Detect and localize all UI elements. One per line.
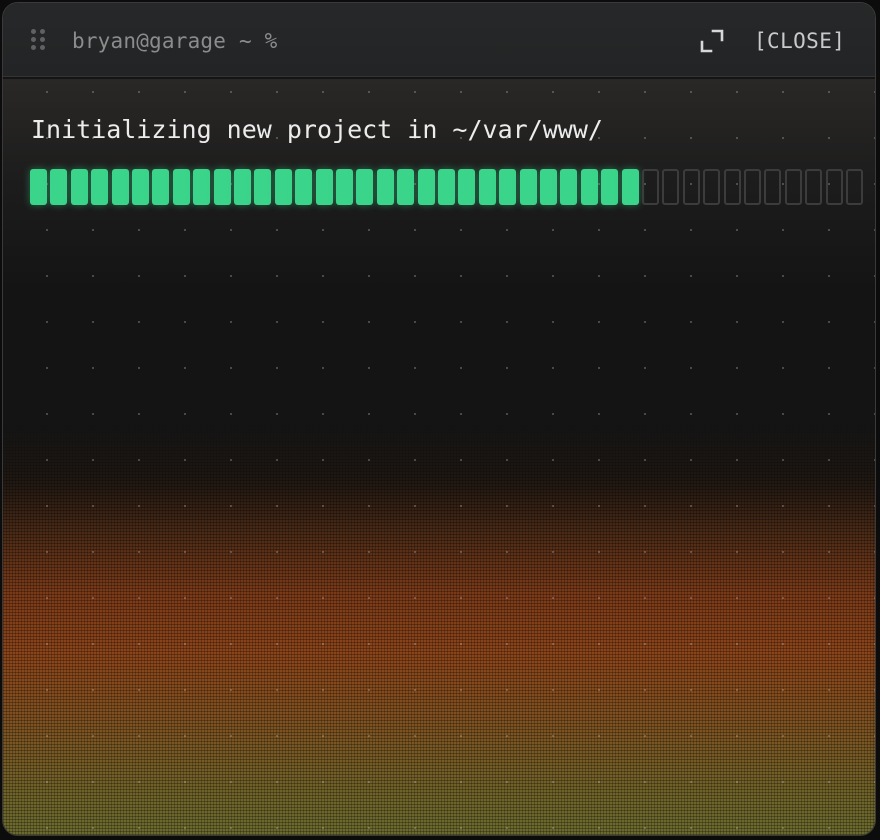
progress-segment-filled <box>274 169 292 205</box>
progress-segment-filled <box>50 169 68 205</box>
progress-segment-filled <box>417 169 435 205</box>
progress-segment-filled <box>70 169 88 205</box>
progress-segment-empty <box>723 169 741 205</box>
progress-segment-empty <box>703 169 721 205</box>
progress-segment-filled <box>621 169 639 205</box>
progress-segment-filled <box>91 169 109 205</box>
terminal-window: bryan@garage ~ % [CLOSE] Initializing ne… <box>2 2 876 836</box>
progress-segment-filled <box>478 169 496 205</box>
progress-segment-empty <box>784 169 802 205</box>
progress-segment-empty <box>682 169 700 205</box>
progress-segment-filled <box>356 169 374 205</box>
progress-segment-filled <box>234 169 251 205</box>
drag-handle-icon[interactable] <box>31 29 45 51</box>
progress-segment-filled <box>315 169 333 205</box>
progress-segment-filled <box>540 169 557 205</box>
progress-segment-filled <box>438 169 455 205</box>
progress-segment-filled <box>213 169 231 205</box>
progress-segment-filled <box>458 169 476 205</box>
background-dither <box>3 423 875 835</box>
progress-segment-filled <box>152 169 170 205</box>
progress-segment-filled <box>580 169 598 205</box>
window-title: bryan@garage ~ % <box>72 29 278 53</box>
progress-segment-filled <box>30 169 47 205</box>
progress-segment-filled <box>376 169 394 205</box>
expand-button[interactable] <box>698 27 726 55</box>
progress-segment-filled <box>254 169 272 205</box>
progress-segment-empty <box>846 169 863 205</box>
progress-segment-filled <box>397 169 415 205</box>
progress-segment-filled <box>499 169 517 205</box>
progress-segment-filled <box>111 169 129 205</box>
progress-segment-filled <box>295 169 313 205</box>
progress-segment-empty <box>764 169 782 205</box>
progress-segment-filled <box>519 169 537 205</box>
title-bar[interactable]: bryan@garage ~ % [CLOSE] <box>3 3 875 77</box>
expand-icon <box>700 29 724 53</box>
progress-segment-filled <box>336 169 353 205</box>
progress-segment-empty <box>825 169 843 205</box>
progress-segment-empty <box>642 169 659 205</box>
progress-segment-empty <box>662 169 680 205</box>
status-message: Initializing new project in ~/var/www/ <box>31 115 603 144</box>
close-button[interactable]: [CLOSE] <box>754 27 845 55</box>
progress-segment-filled <box>193 169 211 205</box>
progress-bar <box>30 169 863 209</box>
progress-segment-filled <box>560 169 578 205</box>
progress-segment-filled <box>601 169 619 205</box>
progress-segment-empty <box>805 169 823 205</box>
progress-segment-filled <box>172 169 190 205</box>
progress-segment-filled <box>132 169 149 205</box>
progress-segment-empty <box>744 169 761 205</box>
